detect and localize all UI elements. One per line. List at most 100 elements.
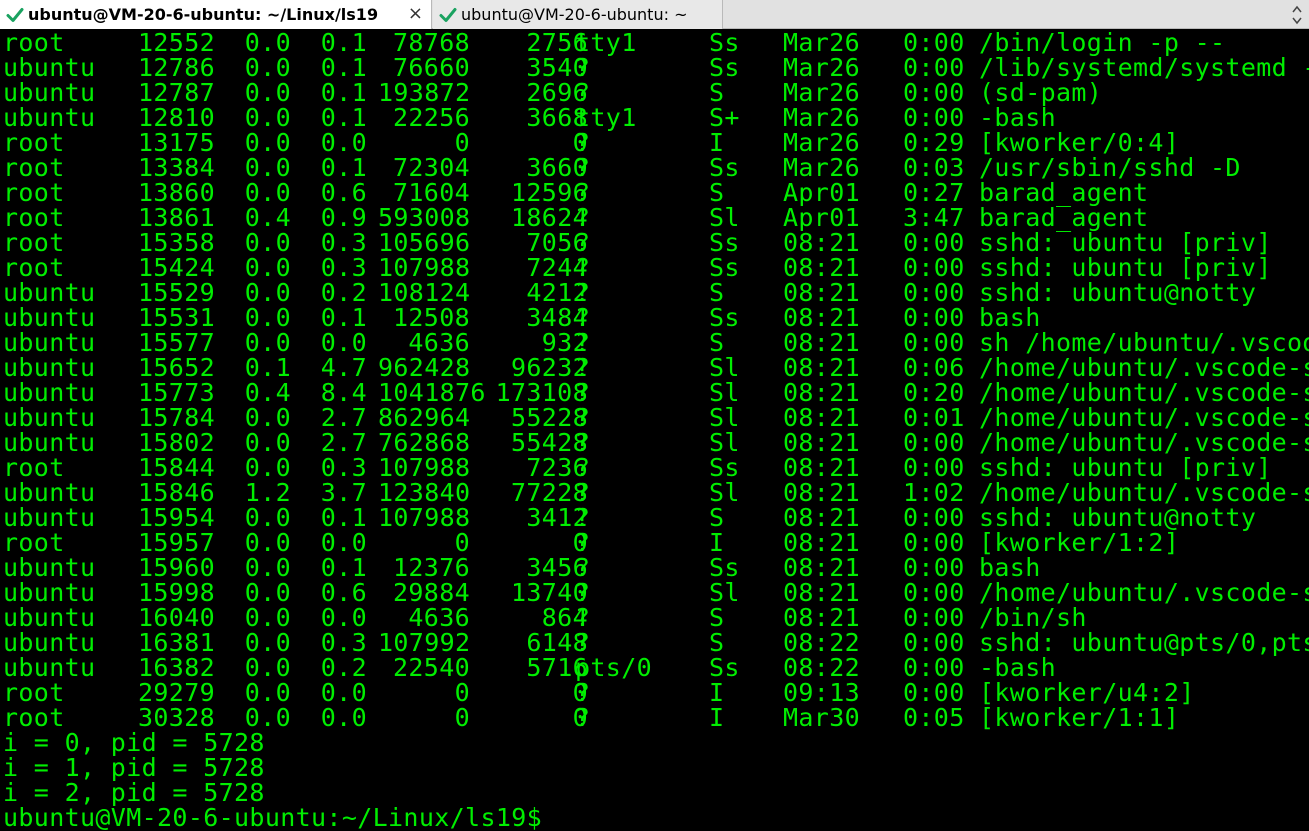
process-mem: 3.7 (320, 478, 367, 507)
process-cmd: /usr/sbin/sshd -D (979, 153, 1241, 182)
process-stat: Ss (709, 153, 740, 182)
check-icon (437, 4, 459, 26)
process-user: root (3, 453, 65, 482)
process-vsz: 0 (454, 128, 470, 157)
process-tty: ? (575, 328, 591, 357)
process-time: 0:00 (903, 453, 965, 482)
process-cmd: -bash (979, 653, 1057, 682)
process-user: root (3, 203, 65, 232)
process-row: ubuntu 15577 0.0 0.0 4636 932? S 08:21 0:00 sh /h… (3, 330, 1309, 355)
process-rss: 3660 (526, 153, 588, 182)
check-icon (4, 4, 26, 26)
close-icon[interactable]: × (408, 3, 423, 24)
process-vsz: 12508 (392, 303, 470, 332)
process-time: 0:03 (903, 153, 965, 182)
process-row: root 13861 0.4 0.9 593008 18624? Sl Apr01 3:47 ba… (3, 205, 1309, 230)
process-user: ubuntu (3, 378, 96, 407)
process-vsz: 107988 (378, 453, 471, 482)
process-start: 08:21 (783, 553, 861, 582)
process-pid: 16040 (138, 603, 216, 632)
process-cmd: sshd: ubuntu [priv] (979, 228, 1272, 257)
process-start: 08:21 (783, 328, 861, 357)
process-stat: Sl (709, 353, 740, 382)
process-row: ubuntu 16040 0.0 0.0 4636 864? S 08:21 0:00/bin/… (3, 605, 1309, 630)
process-cmd: /bin/login -p -- (979, 30, 1226, 57)
process-stat: S (709, 278, 725, 307)
process-vsz: 108124 (378, 278, 471, 307)
process-tty: ? (575, 278, 591, 307)
process-cpu: 0.0 (244, 78, 291, 107)
process-row: root 12552 0.0 0.1 78768 2756 tty1 Ss Mar26 0:00 /… (3, 30, 1309, 55)
tab-label: ubuntu@VM-20-6-ubuntu: ~ (461, 5, 688, 24)
process-row: root 15358 0.0 0.3 105696 7056? Ss 08:21 0:00 ssh… (3, 230, 1309, 255)
process-user: ubuntu (3, 478, 96, 507)
process-time: 0:29 (903, 128, 965, 157)
process-cpu: 0.0 (244, 153, 291, 182)
process-user: root (3, 128, 65, 157)
process-row: ubuntu 15784 0.0 2.7 862964 55228? Sl 08:21 0:01… (3, 405, 1309, 430)
process-cpu: 0.0 (244, 103, 291, 132)
process-start: 08:21 (783, 503, 861, 532)
process-start: 08:21 (783, 428, 861, 457)
process-pid: 15358 (138, 228, 216, 257)
process-mem: 0.1 (320, 553, 367, 582)
process-stat: Sl (709, 478, 740, 507)
process-time: 0:00 (903, 303, 965, 332)
terminal-output[interactable]: root 12552 0.0 0.1 78768 2756 tty1 Ss Mar26 0:00/… (3, 30, 1309, 831)
process-row: ubuntu 15773 0.4 8.4 1041876 173108? Sl 08:21 0:… (3, 380, 1309, 405)
process-time: 0:00 (903, 628, 965, 657)
process-user: ubuntu (3, 428, 96, 457)
process-time: 0:00 (903, 78, 965, 107)
process-start: 08:22 (783, 653, 861, 682)
process-start: Mar26 (783, 103, 861, 132)
process-start: 08:21 (783, 453, 861, 482)
process-vsz: 107988 (378, 253, 471, 282)
process-user: ubuntu (3, 78, 96, 107)
process-mem: 4.7 (320, 353, 367, 382)
output-line: i = 2, pid = 5728 (3, 778, 265, 807)
process-pid: 15784 (138, 403, 216, 432)
process-row: ubuntu 15529 0.0 0.2 108124 4212? S 08:21 0:00 ss… (3, 280, 1309, 305)
process-mem: 0.3 (320, 253, 367, 282)
process-cpu: 0.0 (244, 53, 291, 82)
process-time: 0:05 (903, 703, 965, 732)
process-rss: 13740 (510, 578, 588, 607)
process-cpu: 0.0 (244, 30, 291, 57)
process-cpu: 0.0 (244, 278, 291, 307)
process-list: root 12552 0.0 0.1 78768 2756 tty1 Ss Mar26 0:00/… (3, 30, 1309, 730)
process-vsz: 762868 (378, 428, 471, 457)
process-row: root 13860 0.0 0.6 71604 12596? S Apr01 0:27 bara… (3, 180, 1309, 205)
process-rss: 0 (572, 703, 588, 732)
process-cmd: sshd: ubuntu@notty (979, 278, 1257, 307)
process-user: ubuntu (3, 603, 96, 632)
process-pid: 16382 (138, 653, 216, 682)
process-rss: 173108 (495, 378, 588, 407)
process-mem: 8.4 (320, 378, 367, 407)
process-start: Mar26 (783, 53, 861, 82)
process-stat: I (709, 528, 725, 557)
tab-home[interactable]: ubuntu@VM-20-6-ubuntu: ~ (433, 0, 723, 29)
process-vsz: 962428 (378, 353, 471, 382)
process-cpu: 0.4 (244, 378, 291, 407)
process-tty: ? (575, 178, 591, 207)
process-stat: Sl (709, 428, 740, 457)
process-cmd: bash (979, 303, 1041, 332)
process-pid: 15531 (138, 303, 216, 332)
process-pid: 15802 (138, 428, 216, 457)
scroll-arrows[interactable] (1291, 3, 1303, 31)
process-stat: S (709, 603, 725, 632)
process-rss: 55428 (510, 428, 588, 457)
process-cmd: sshd: ubuntu@notty (979, 503, 1257, 532)
process-tty: ? (575, 203, 591, 232)
process-rss: 4212 (526, 278, 588, 307)
tab-ls19[interactable]: ubuntu@VM-20-6-ubuntu: ~/Linux/ls19 × (0, 0, 432, 29)
process-cmd: sshd: ubuntu [priv] (979, 253, 1272, 282)
process-tty: ? (575, 703, 591, 732)
process-row: root 13384 0.0 0.1 72304 3660? Ss Mar26 0:03/usr… (3, 155, 1309, 180)
process-cpu: 0.0 (244, 328, 291, 357)
process-vsz: 22256 (392, 103, 470, 132)
process-vsz: 593008 (378, 203, 471, 232)
process-tty: ? (575, 578, 591, 607)
process-vsz: 0 (454, 703, 470, 732)
process-cmd: barad_agent (979, 178, 1149, 207)
